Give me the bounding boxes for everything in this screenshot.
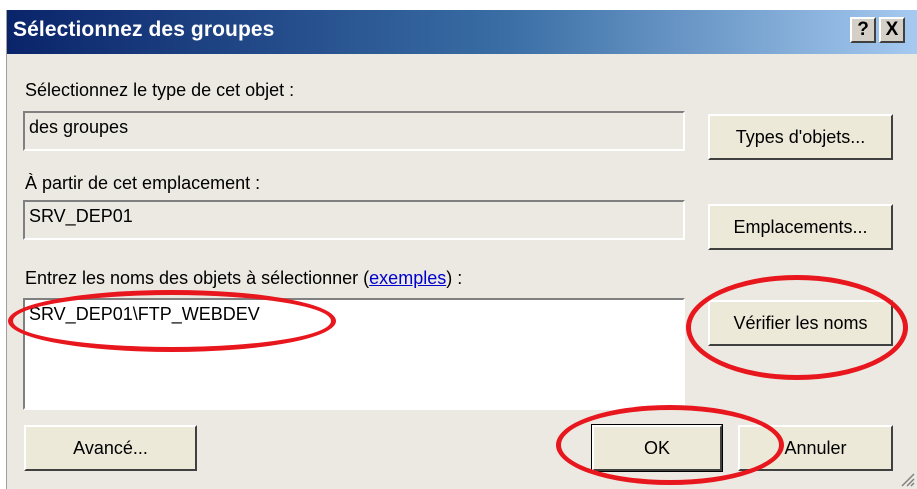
object-names-input[interactable]: SRV_DEP01\FTP_WEBDEV	[23, 298, 685, 410]
names-label-suffix: ) :	[446, 268, 463, 288]
object-type-label: Sélectionnez le type de cet objet :	[25, 80, 295, 100]
cancel-button[interactable]: Annuler	[738, 425, 893, 471]
names-label-prefix: Entrez les noms des objets à sélectionne…	[25, 268, 370, 288]
advanced-button[interactable]: Avancé...	[24, 425, 197, 471]
names-label: Entrez les noms des objets à sélectionne…	[25, 268, 462, 289]
check-names-button[interactable]: Vérifier les noms	[708, 300, 893, 346]
select-groups-dialog: Sélectionnez des groupes ? X Sélectionne…	[6, 10, 917, 489]
resize-grip-icon[interactable]	[899, 471, 915, 487]
help-button[interactable]: ?	[850, 17, 876, 43]
location-label: À partir de cet emplacement :	[25, 173, 261, 193]
object-type-field: des groupes	[23, 111, 685, 151]
ok-button[interactable]: OK	[591, 424, 723, 472]
examples-link[interactable]: exemples	[369, 268, 446, 288]
title-bar: Sélectionnez des groupes ? X	[7, 10, 917, 54]
location-field: SRV_DEP01	[23, 200, 685, 240]
close-button[interactable]: X	[879, 17, 905, 43]
object-types-button[interactable]: Types d'objets...	[708, 114, 893, 160]
window-title: Sélectionnez des groupes	[13, 18, 275, 41]
locations-button[interactable]: Emplacements...	[708, 204, 893, 250]
